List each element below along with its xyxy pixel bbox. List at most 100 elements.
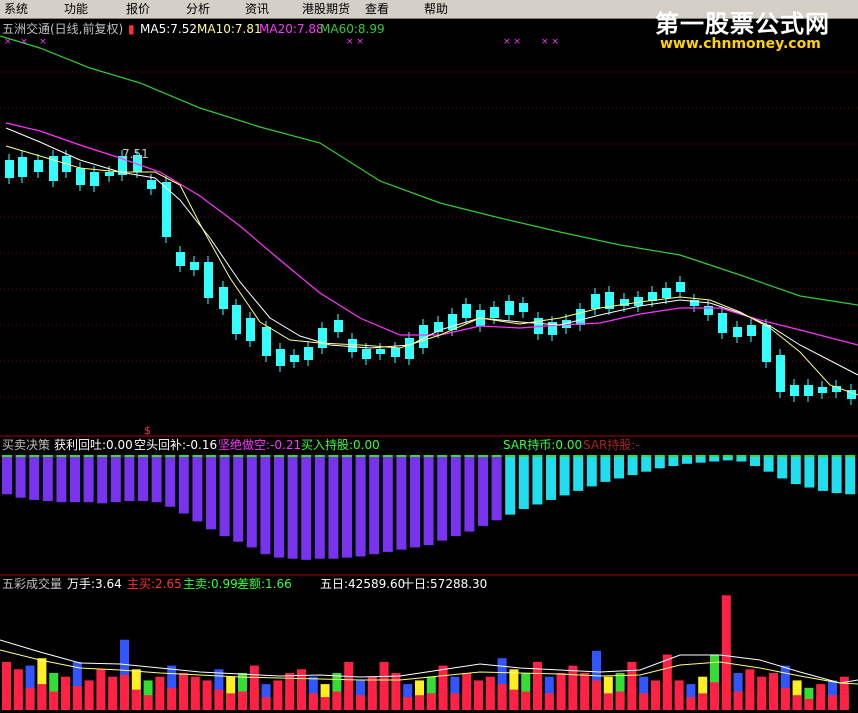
indicator-cap: [654, 455, 665, 457]
indicator-name: 买卖决策: [2, 438, 51, 452]
dropdown-icon[interactable]: ▮: [128, 22, 135, 36]
candle-body: [290, 355, 299, 362]
volume-bar-main-buy: [780, 687, 790, 710]
indicator-bar: [342, 457, 352, 558]
volume-bar-main-buy: [202, 695, 212, 710]
indicator-bar: [491, 457, 502, 521]
indicator-bar: [736, 457, 747, 462]
volume-bar-main-buy: [721, 652, 731, 710]
indicator-bar: [546, 457, 556, 500]
candle-body: [147, 180, 156, 189]
volume-bar-main-buy: [804, 698, 814, 710]
indicator-bar: [287, 457, 298, 559]
volume-bar-main-buy: [568, 687, 578, 710]
candle-body: [391, 348, 400, 357]
indicator-cap: [396, 455, 407, 457]
ma60-line: [0, 35, 858, 306]
volume-bar-main-buy: [651, 695, 660, 710]
volume-bar-main-buy: [49, 691, 59, 710]
indicator-bar: [369, 457, 380, 555]
indicator-cap: [790, 455, 801, 457]
signal-marks: × × ×: [4, 37, 47, 47]
volume-bar-main-buy: [391, 691, 401, 710]
indicator-bar: [83, 457, 94, 503]
indicator-bar: [165, 457, 176, 507]
indicator-bar: [790, 457, 801, 485]
indicator-bar: [29, 457, 40, 500]
indicator-cap: [845, 455, 856, 457]
volume-bar-main-buy: [533, 685, 542, 710]
candle-body: [591, 294, 600, 309]
indicator-bar: [355, 457, 366, 557]
indicator-bar: [709, 457, 720, 462]
indicator-cap: [219, 455, 230, 457]
indicator-bar: [110, 457, 121, 503]
volume-bar-main-buy: [238, 691, 247, 710]
volume-name: 五彩成交量: [2, 577, 63, 591]
kline-chart[interactable]: [0, 0, 858, 713]
indicator-bar: [2, 457, 12, 495]
indicator-bar: [464, 457, 475, 532]
volume-bar-main-buy: [320, 697, 330, 710]
indicator-bar: [42, 457, 53, 502]
indicator-bar: [777, 457, 788, 479]
candle-body: [318, 328, 327, 348]
indicator-cap: [97, 455, 108, 457]
indicator-firm-short: 坚绝做空:-0.21: [218, 438, 302, 452]
volume-bar-main-buy: [285, 691, 295, 710]
volume-bar-main-buy: [485, 693, 495, 710]
indicator-bar: [192, 457, 203, 522]
indicator-cap: [573, 455, 584, 457]
candle-body: [334, 320, 343, 332]
volume-bar-main-buy: [757, 693, 767, 710]
volume-bar-main-buy: [521, 691, 531, 710]
indicator-cap: [410, 455, 420, 457]
ma20-label: MA20:7.88: [259, 22, 324, 36]
volume-bar-main-buy: [344, 685, 354, 710]
indicator-bar: [722, 457, 733, 461]
indicator-cap: [831, 455, 842, 457]
indicator-bar: [750, 457, 760, 467]
volume-bar-main-buy: [450, 693, 460, 710]
indicator-bar: [518, 457, 529, 509]
indicator-bar: [274, 457, 284, 558]
indicator-bar: [56, 457, 67, 503]
indicator-cap: [682, 455, 692, 457]
signal-marks-2: × ×: [346, 37, 364, 47]
indicator-bar: [586, 457, 597, 487]
volume-bar-main-buy: [167, 687, 177, 710]
indicator-cap: [246, 455, 257, 457]
indicator-cap: [600, 455, 611, 457]
volume-bar-main-buy: [792, 695, 802, 710]
indicator-bar: [573, 457, 584, 491]
ma5-label: MA5:7.52: [140, 22, 197, 36]
candle-body: [776, 355, 785, 392]
volume-bar-main-buy: [25, 687, 35, 710]
indicator-cap: [110, 455, 121, 457]
indicator-cap: [546, 455, 556, 457]
volume-bar-main-buy: [674, 695, 684, 710]
candle-body: [105, 172, 114, 176]
candle-body: [176, 252, 185, 266]
volume-bar-main-buy: [698, 693, 708, 710]
indicator-cap: [736, 455, 747, 457]
indicator-cap: [505, 455, 516, 457]
indicator-bar: [682, 457, 692, 464]
indicator-cap: [233, 455, 244, 457]
high-price-mark: 7.51: [122, 147, 149, 161]
candle-body: [76, 168, 85, 185]
volume-bar-main-buy: [179, 691, 188, 710]
indicator-bar: [124, 457, 135, 502]
indicator-cap: [274, 455, 284, 457]
volume-bar-main-buy: [497, 684, 507, 710]
indicator-cap: [124, 455, 135, 457]
watermark-title: 第一股票公式网: [655, 10, 830, 38]
indicator-cap: [437, 455, 448, 457]
stock-title: 五洲交通(日线,前复权): [2, 22, 124, 36]
candle-body: [747, 325, 756, 336]
candle-body: [5, 160, 14, 178]
indicator-bar: [97, 457, 108, 504]
indicator-profit: 获利回吐:0.00: [54, 438, 133, 452]
indicator-cap: [382, 455, 393, 457]
volume-bar-main-buy: [249, 687, 259, 710]
